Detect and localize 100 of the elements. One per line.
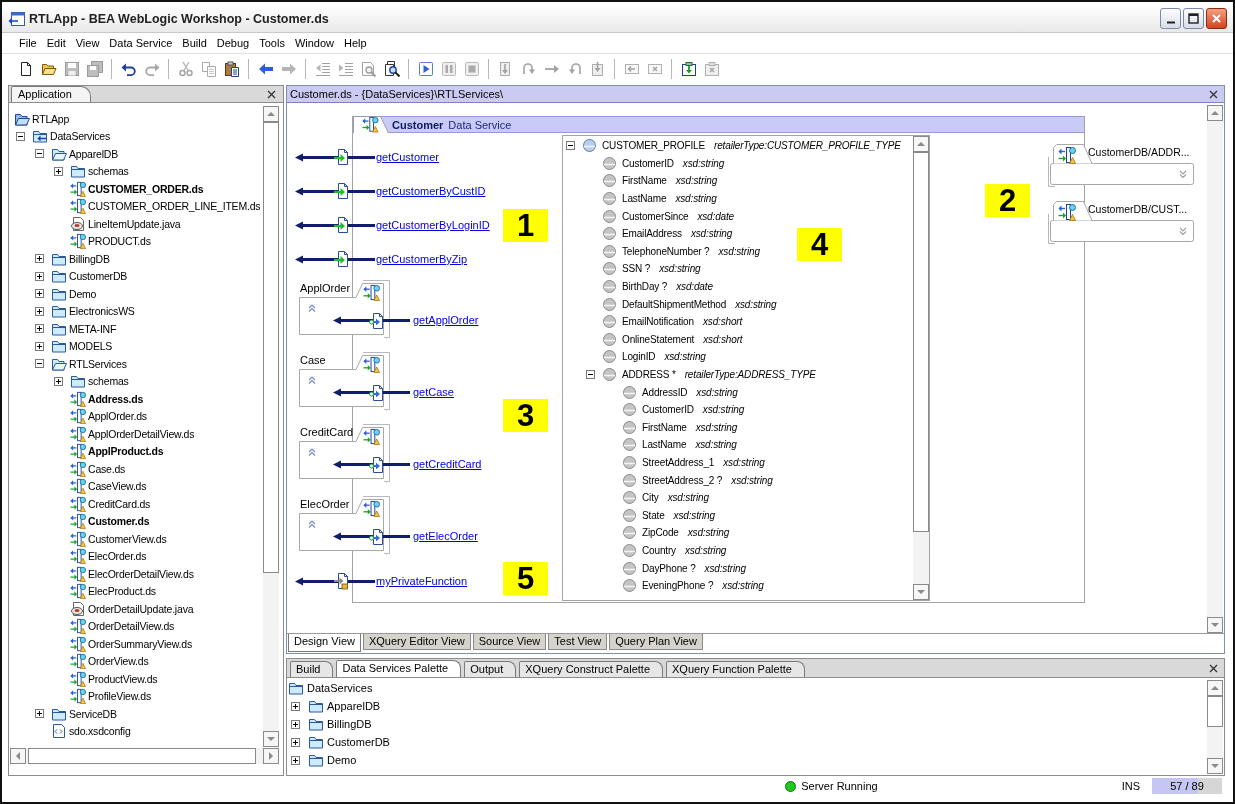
tree-item[interactable]: ApplOrderDetailView.ds	[87, 427, 196, 440]
function-link[interactable]: getCustomerByCustID	[376, 184, 486, 198]
tree-item[interactable]: ServiceDB	[68, 707, 118, 720]
tree-item[interactable]: sdo.xsdconfig	[68, 725, 132, 738]
menu-item[interactable]: Tools	[254, 36, 290, 50]
plus-box-icon[interactable]	[35, 306, 44, 316]
menu-item[interactable]: File	[14, 36, 42, 50]
tree-item[interactable]: DataServices	[306, 682, 374, 694]
plus-box-icon[interactable]	[35, 324, 44, 334]
tree-item[interactable]: ApparelDB	[68, 147, 119, 160]
scroll-up-button[interactable]	[913, 136, 929, 152]
tree-item[interactable]: Case.ds	[87, 462, 127, 475]
scroll-thumb[interactable]	[913, 152, 929, 533]
element-name[interactable]: OnlineStatement	[622, 333, 695, 345]
plus-box-icon[interactable]	[54, 376, 63, 386]
tree-item[interactable]: CustomerDB	[326, 736, 391, 748]
scroll-right-button[interactable]	[263, 748, 279, 764]
plus-box-icon[interactable]	[291, 719, 300, 729]
view-tab[interactable]: Source View	[472, 634, 547, 650]
scroll-down-button[interactable]	[263, 731, 279, 747]
menu-item[interactable]: Build	[177, 36, 212, 50]
scroll-up-button[interactable]	[1207, 105, 1223, 121]
minimize-button[interactable]	[1160, 8, 1181, 29]
tree-item[interactable]: OrderSummaryView.ds	[87, 637, 193, 650]
element-name[interactable]: BirthDay ?	[622, 281, 668, 293]
scroll-left-button[interactable]	[10, 748, 26, 764]
minus-box-icon[interactable]	[586, 370, 595, 379]
tree-item[interactable]: CaseView.ds	[87, 480, 148, 493]
element-name[interactable]: EveningPhone ?	[642, 580, 714, 592]
plus-box-icon[interactable]	[291, 755, 300, 765]
minus-box-icon[interactable]	[566, 141, 575, 151]
tree-item[interactable]: ApparelDB	[326, 700, 382, 712]
function-link[interactable]: getCustomer	[376, 150, 439, 164]
vertical-scrollbar[interactable]	[263, 106, 279, 747]
function-link[interactable]: getApplOrder	[413, 313, 479, 327]
menu-item[interactable]: View	[70, 36, 105, 50]
tree-item[interactable]: META-INF	[68, 322, 118, 335]
vertical-scrollbar[interactable]	[1207, 680, 1223, 774]
tree-item[interactable]: CustomerDB	[68, 270, 129, 283]
tree-item[interactable]: OrderDetailView.ds	[87, 620, 176, 633]
function-link[interactable]: getCustomerByZip	[376, 252, 468, 266]
tree-item[interactable]: Demo	[68, 287, 98, 300]
tree-item[interactable]: BillingDB	[326, 718, 373, 730]
tree-item[interactable]: CUSTOMER_ORDER_LINE_ITEM.ds	[87, 200, 262, 213]
tree-item[interactable]: DataServices	[49, 130, 112, 143]
element-name[interactable]: CustomerID	[642, 404, 694, 416]
palette-tab[interactable]: XQuery Construct Palette	[519, 661, 663, 677]
close-button[interactable]	[1206, 8, 1227, 29]
vertical-scrollbar[interactable]	[913, 136, 929, 600]
element-name[interactable]: ADDRESS *	[622, 369, 676, 380]
palette-tab[interactable]: Build	[290, 661, 334, 677]
menu-item[interactable]: Debug	[211, 36, 255, 50]
menu-item[interactable]: Data Service	[104, 36, 178, 50]
scroll-thumb[interactable]	[28, 748, 256, 764]
function-link[interactable]: getCreditCard	[413, 457, 482, 471]
scroll-down-button[interactable]	[913, 584, 929, 600]
plus-box-icon[interactable]	[35, 271, 44, 281]
element-name[interactable]: CustomerSince	[622, 210, 689, 222]
element-name[interactable]: EmailAddress	[622, 228, 682, 240]
element-name[interactable]: FirstName	[622, 175, 667, 187]
view-tab[interactable]: Test View	[548, 634, 608, 650]
tree-item[interactable]: schemas	[87, 375, 130, 388]
function-link[interactable]: myPrivateFunction	[376, 574, 468, 588]
menu-item[interactable]: Edit	[41, 36, 71, 50]
tree-item[interactable]: schemas	[87, 165, 130, 178]
element-name[interactable]: City	[642, 492, 659, 504]
element-name[interactable]: TelephoneNumber ?	[622, 245, 710, 257]
menu-item[interactable]: Help	[339, 36, 372, 50]
minus-box-icon[interactable]	[16, 131, 25, 141]
element-name[interactable]: CustomerID	[622, 157, 674, 169]
scroll-thumb[interactable]	[1207, 696, 1223, 727]
plus-box-icon[interactable]	[291, 737, 300, 747]
minus-box-icon[interactable]	[35, 359, 44, 369]
plus-box-icon[interactable]	[35, 289, 44, 299]
panel-tab[interactable]: Application	[11, 86, 91, 102]
vertical-scrollbar[interactable]	[1207, 105, 1223, 633]
view-tab[interactable]: XQuery Editor View	[362, 634, 471, 650]
element-name[interactable]: LastName	[642, 439, 687, 451]
palette-tab[interactable]: XQuery Function Palette	[666, 661, 805, 677]
function-link[interactable]: getCustomerByLoginID	[376, 218, 490, 232]
tree-item[interactable]: Demo	[326, 754, 358, 766]
element-name[interactable]: DayPhone ?	[642, 562, 696, 574]
element-name[interactable]: EmailNotification	[622, 316, 694, 328]
tree-item[interactable]: OrderDetailUpdate.java	[87, 602, 195, 615]
tree-item[interactable]: ElecOrderDetailView.ds	[87, 567, 195, 580]
tree-item[interactable]: PRODUCT.ds	[87, 235, 152, 248]
plus-box-icon[interactable]	[35, 254, 44, 264]
tree-item[interactable]: Address.ds	[87, 392, 145, 405]
function-link[interactable]: getElecOrder	[413, 529, 478, 543]
tree-item[interactable]: MODELS	[68, 340, 114, 353]
palette-tab[interactable]: Output	[464, 661, 517, 677]
view-tab[interactable]: Design View	[288, 634, 361, 652]
tree-item[interactable]: ElecProduct.ds	[87, 585, 157, 598]
scroll-up-button[interactable]	[263, 106, 279, 122]
element-name[interactable]: ZipCode	[642, 527, 679, 539]
plus-box-icon[interactable]	[291, 701, 300, 711]
view-tab[interactable]: Query Plan View	[609, 634, 703, 650]
element-name[interactable]: AddressID	[642, 386, 688, 398]
tree-item[interactable]: BillingDB	[68, 252, 111, 265]
element-name[interactable]: DefaultShipmentMethod	[622, 298, 727, 310]
